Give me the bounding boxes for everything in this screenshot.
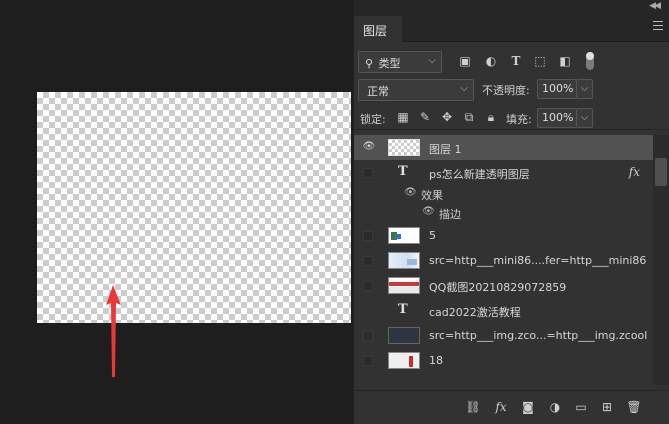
lock-label: 锁定: bbox=[360, 113, 386, 126]
text-layer-icon: T bbox=[398, 302, 408, 317]
chevron-down-icon: ⌵ bbox=[428, 55, 436, 66]
lock-move-icon[interactable]: ✥ bbox=[440, 110, 454, 124]
layer-name: ps怎么新建透明图层 bbox=[429, 168, 530, 181]
layer-thumbnail bbox=[388, 252, 420, 269]
new-group-icon[interactable]: ▭ bbox=[573, 399, 589, 415]
lock-artboard-icon[interactable]: ⧉ bbox=[462, 110, 476, 124]
layer-thumbnail bbox=[388, 227, 420, 244]
lock-all-icon[interactable]: 🔒︎ bbox=[484, 110, 498, 124]
transparent-canvas[interactable] bbox=[37, 92, 351, 323]
search-icon: ⚲ bbox=[365, 57, 374, 70]
blend-mode-select[interactable]: 正常 ⌵ bbox=[358, 79, 474, 101]
layers-bottom-bar: ⛓ fx ◙ ◑ ▭ ⊞ 🗑︎ bbox=[354, 390, 669, 424]
layer-name: src=http___mini86....fer=http___mini86 bbox=[429, 254, 647, 267]
visibility-toggle[interactable] bbox=[363, 168, 373, 178]
layer-name: 5 bbox=[429, 229, 436, 242]
lock-brush-icon[interactable]: ✎ bbox=[418, 110, 432, 124]
add-style-icon[interactable]: fx bbox=[493, 399, 509, 415]
layer-row-18[interactable]: 18 bbox=[354, 348, 669, 373]
new-adjustment-icon[interactable]: ◑ bbox=[547, 399, 563, 415]
blend-row: 正常 ⌵ 不透明度: 100% ⌵ bbox=[354, 78, 669, 102]
opacity-chevron-icon[interactable]: ⌵ bbox=[577, 79, 593, 99]
layer-row-5[interactable]: 5 bbox=[354, 223, 669, 248]
chevron-down-icon: ⌵ bbox=[460, 83, 468, 94]
filter-smartobject-icon[interactable]: ◧ bbox=[558, 54, 572, 68]
visibility-toggle[interactable] bbox=[363, 356, 373, 366]
filter-type-icon[interactable]: T bbox=[509, 54, 523, 68]
layer-name: 18 bbox=[429, 354, 443, 367]
filter-kind-select[interactable]: ⚲ 类型 ⌵ bbox=[358, 51, 442, 73]
layer-thumbnail bbox=[388, 327, 420, 344]
lock-row: 锁定: ▦ ✎ ✥ ⧉ 🔒︎ 填充: 100% ⌵ bbox=[354, 106, 669, 130]
stroke-effect-label: 描边 bbox=[439, 208, 461, 221]
filter-toggle[interactable] bbox=[586, 52, 594, 70]
layer-row-cad2022[interactable]: T cad2022激活教程 bbox=[354, 298, 669, 323]
eye-icon[interactable]: 👁︎ bbox=[422, 206, 435, 217]
collapse-icon[interactable]: ◀◀ bbox=[649, 0, 661, 12]
layer-row-zcool[interactable]: src=http___img.zco...=http___img.zcool bbox=[354, 323, 669, 348]
fill-input[interactable]: 100% bbox=[537, 108, 577, 128]
delete-layer-icon[interactable]: 🗑︎ bbox=[626, 399, 642, 415]
visibility-toggle[interactable] bbox=[363, 231, 373, 241]
visibility-toggle[interactable] bbox=[363, 256, 373, 266]
fill-chevron-icon[interactable]: ⌵ bbox=[577, 108, 593, 128]
layer-row-1[interactable]: 👁︎ 图层 1 bbox=[354, 135, 669, 160]
layers-scrollbar-thumb[interactable] bbox=[655, 158, 667, 186]
fill-label: 填充: bbox=[506, 113, 532, 126]
fx-icon[interactable]: fx bbox=[629, 165, 640, 179]
filter-kind-label: 类型 bbox=[378, 57, 401, 70]
effects-row[interactable]: 👁︎ 效果 bbox=[354, 182, 669, 202]
filter-shape-icon[interactable]: ⬚ bbox=[533, 54, 547, 68]
add-mask-icon[interactable]: ◙ bbox=[520, 399, 536, 415]
link-layers-icon[interactable]: ⛓ bbox=[465, 399, 481, 415]
layer-thumbnail bbox=[388, 277, 420, 294]
panel-menu-icon[interactable] bbox=[653, 21, 663, 30]
layer-thumbnail bbox=[388, 139, 420, 156]
layer-name: QQ截图20210829072859 bbox=[429, 281, 567, 294]
visibility-toggle[interactable] bbox=[363, 281, 373, 291]
filter-pixel-icon[interactable]: ▣ bbox=[458, 54, 472, 68]
blend-mode-value: 正常 bbox=[367, 85, 389, 98]
layers-panel: ◀◀ 图层 ⚲ 类型 ⌵ ▣ ◐ T ⬚ ◧ 正常 ⌵ 不透明度: 100% ⌵… bbox=[353, 0, 669, 424]
filter-adjustment-icon[interactable]: ◐ bbox=[484, 54, 498, 68]
lock-transparency-icon[interactable]: ▦ bbox=[396, 110, 410, 124]
visibility-toggle[interactable] bbox=[363, 331, 373, 341]
panel-tabbar: 图层 bbox=[354, 12, 669, 42]
opacity-label: 不透明度: bbox=[482, 84, 530, 97]
text-layer-icon: T bbox=[398, 164, 408, 179]
panel-topbar: ◀◀ bbox=[354, 0, 669, 12]
layer-name: src=http___img.zco...=http___img.zcool bbox=[429, 329, 648, 342]
layer-name: cad2022激活教程 bbox=[429, 306, 521, 319]
layer-row-qq-screenshot[interactable]: QQ截图20210829072859 bbox=[354, 273, 669, 298]
eye-icon[interactable]: 👁︎ bbox=[362, 141, 376, 153]
opacity-input[interactable]: 100% bbox=[537, 79, 577, 99]
new-layer-icon[interactable]: ⊞ bbox=[599, 399, 615, 415]
eye-icon[interactable]: 👁︎ bbox=[404, 187, 417, 198]
layer-thumbnail bbox=[388, 352, 420, 369]
canvas-workspace[interactable] bbox=[0, 0, 353, 424]
tab-layers[interactable]: 图层 bbox=[354, 16, 402, 42]
layer-row-mini86[interactable]: src=http___mini86....fer=http___mini86 bbox=[354, 248, 669, 273]
filter-row: ⚲ 类型 ⌵ ▣ ◐ T ⬚ ◧ bbox=[354, 50, 669, 74]
stroke-effect-row[interactable]: 👁︎ 描边 bbox=[354, 201, 669, 221]
layer-name: 图层 1 bbox=[429, 143, 462, 156]
